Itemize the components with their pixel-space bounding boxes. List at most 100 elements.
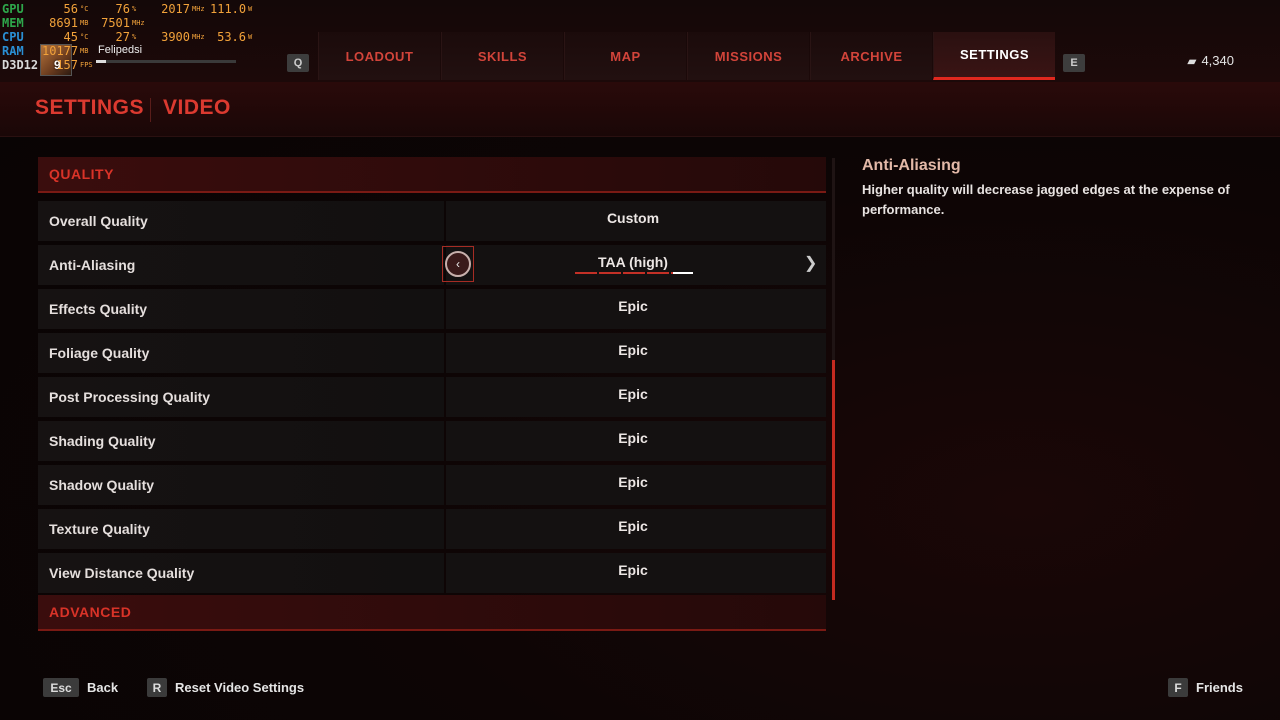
overlay-value: 7501: [101, 16, 130, 30]
overlay-unit: %: [132, 33, 137, 41]
overlay-row: D3D12 157 FPS: [2, 58, 258, 72]
setting-row-post-processing-quality[interactable]: Post Processing Quality Epic: [38, 377, 826, 417]
overlay-unit: W: [248, 33, 253, 41]
description-body: Higher quality will decrease jagged edge…: [862, 182, 1230, 217]
overlay-value: 56: [63, 2, 78, 16]
setting-value: TAA (high): [598, 254, 668, 270]
setting-label: Overall Quality: [38, 201, 444, 241]
overlay-unit: MHz: [192, 5, 205, 13]
currency-display: ▰ 4,340: [1187, 53, 1234, 68]
tab-map[interactable]: MAP: [564, 32, 686, 80]
currency-amount: 4,340: [1201, 53, 1234, 68]
overlay-value: 3900: [161, 30, 190, 44]
overlay-row: GPU 56 °C 76% 2017 MHz 111.0 W: [2, 2, 258, 16]
setting-value: Epic: [618, 342, 648, 358]
breadcrumb-settings: SETTINGS: [35, 96, 145, 119]
setting-label: Texture Quality: [38, 509, 444, 549]
overlay-value: [100, 44, 130, 58]
next-tab-key[interactable]: E: [1063, 54, 1085, 72]
overlay-unit: MB: [80, 47, 89, 55]
overlay-value: 157: [56, 58, 78, 72]
overlay-unit: [246, 16, 258, 30]
f-key-icon: F: [1168, 678, 1188, 697]
friends-label: Friends: [1196, 680, 1243, 695]
friends-button[interactable]: F Friends: [1168, 678, 1243, 697]
setting-row-view-distance-quality[interactable]: View Distance Quality Epic: [38, 553, 826, 593]
description-title: Anti-Aliasing: [862, 157, 961, 174]
overlay-unit: [246, 58, 258, 72]
overlay-value: 2017: [161, 2, 190, 16]
setting-row-shadow-quality[interactable]: Shadow Quality Epic: [38, 465, 826, 505]
overlay-unit: [190, 58, 210, 72]
setting-value: Epic: [618, 474, 648, 490]
overlay-value: [150, 16, 190, 30]
esc-key-icon: Esc: [43, 678, 79, 697]
prev-tab-key[interactable]: Q: [287, 54, 309, 72]
reset-label: Reset Video Settings: [175, 680, 305, 695]
overlay-unit: [190, 16, 210, 30]
r-key-icon: R: [147, 678, 167, 697]
overlay-row: MEM 8691 MB 7501 MHz: [2, 16, 258, 30]
overlay-value: [210, 16, 246, 30]
overlay-value: 27: [115, 30, 130, 44]
setting-value: Epic: [618, 298, 648, 314]
overlay-unit: FPS: [80, 61, 93, 69]
setting-value: Epic: [618, 562, 648, 578]
overlay-unit: [190, 44, 210, 58]
setting-label: Anti-Aliasing: [38, 245, 444, 285]
tab-loadout[interactable]: LOADOUT: [318, 32, 440, 80]
setting-row-texture-quality[interactable]: Texture Quality Epic: [38, 509, 826, 549]
overlay-unit: %: [132, 5, 137, 13]
overlay-label: CPU: [2, 30, 24, 44]
overlay-unit: [246, 44, 258, 58]
setting-row-anti-aliasing[interactable]: Anti-Aliasing ‹ TAA (high) ❯: [38, 245, 826, 285]
setting-row-foliage-quality[interactable]: Foliage Quality Epic: [38, 333, 826, 373]
overlay-value: 10177: [42, 44, 79, 58]
overlay-value: 8691: [49, 16, 78, 30]
tab-archive[interactable]: ARCHIVE: [810, 32, 932, 80]
setting-label: Shading Quality: [38, 421, 444, 461]
overlay-value: [150, 58, 190, 72]
option-level-indicator: [575, 272, 693, 274]
overlay-value: [210, 44, 246, 58]
overlay-unit: W: [248, 5, 253, 13]
overlay-value: [150, 44, 190, 58]
tab-missions[interactable]: MISSIONS: [687, 32, 809, 80]
overlay-unit: °C: [80, 33, 89, 41]
setting-label: Post Processing Quality: [38, 377, 444, 417]
section-header-advanced[interactable]: ADVANCED: [38, 595, 826, 631]
setting-value: Epic: [618, 518, 648, 534]
overlay-unit: MHz: [132, 19, 145, 27]
setting-label: Foliage Quality: [38, 333, 444, 373]
setting-value: Epic: [618, 386, 648, 402]
overlay-unit: [130, 58, 150, 72]
overlay-value: 45: [63, 30, 78, 44]
overlay-value: [210, 58, 246, 72]
overlay-value: 76: [115, 2, 130, 16]
overlay-unit: MHz: [192, 33, 205, 41]
breadcrumb-divider: [150, 98, 151, 122]
overlay-row: RAM 10177 MB: [2, 44, 258, 58]
option-level-current: [673, 272, 693, 274]
breadcrumb-video: VIDEO: [163, 96, 231, 119]
tab-settings[interactable]: SETTINGS: [933, 32, 1055, 80]
back-label: Back: [87, 680, 119, 695]
overlay-unit: °C: [80, 5, 89, 13]
back-button[interactable]: Esc Back: [43, 678, 118, 697]
settings-list: QUALITY Overall Quality Custom Anti-Alia…: [38, 157, 826, 631]
setting-label: View Distance Quality: [38, 553, 444, 593]
chevron-right-icon[interactable]: ❯: [804, 253, 817, 273]
setting-row-overall-quality[interactable]: Overall Quality Custom: [38, 201, 826, 241]
section-header-quality[interactable]: QUALITY: [38, 157, 826, 193]
overlay-unit: [130, 44, 150, 58]
setting-value: Epic: [618, 430, 648, 446]
overlay-label: GPU: [2, 2, 24, 16]
overlay-value: 111.0: [210, 2, 247, 16]
setting-row-effects-quality[interactable]: Effects Quality Epic: [38, 289, 826, 329]
reset-video-settings-button[interactable]: R Reset Video Settings: [147, 678, 304, 697]
setting-row-shading-quality[interactable]: Shading Quality Epic: [38, 421, 826, 461]
scrollbar-thumb[interactable]: [832, 360, 835, 600]
currency-icon: ▰: [1187, 53, 1197, 68]
tab-skills[interactable]: SKILLS: [441, 32, 563, 80]
performance-overlay: GPU 56 °C 76% 2017 MHz 111.0 W MEM 8691 MB 7501 MHz C…: [2, 2, 258, 72]
